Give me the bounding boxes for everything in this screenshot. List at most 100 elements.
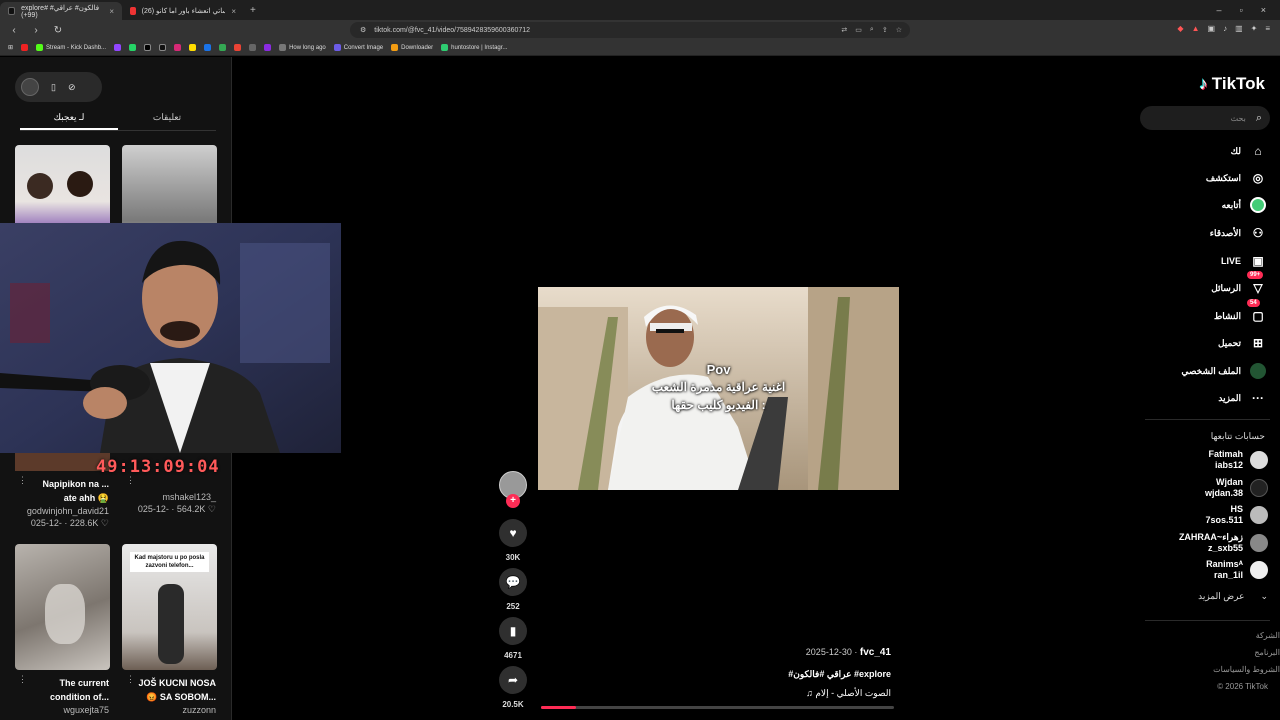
- bookmark-item[interactable]: [129, 44, 137, 51]
- bookmark-item[interactable]: [114, 44, 122, 51]
- close-window-icon[interactable]: ×: [1261, 5, 1266, 15]
- video-author[interactable]: godwinjohn_david21: [14, 506, 109, 516]
- comment-icon[interactable]: 💬: [499, 568, 527, 596]
- video-author[interactable]: zuzzonn: [121, 705, 216, 715]
- more-options-icon[interactable]: ⋮: [126, 475, 135, 486]
- search-input[interactable]: بحث ⌕: [1140, 106, 1270, 130]
- browser-tab-active[interactable]: explore# فالكون# عراقي# (99+) ×: [0, 2, 122, 20]
- footer-terms-link[interactable]: الشروط والسياسات: [1213, 665, 1280, 674]
- bookmark-item[interactable]: [144, 44, 152, 51]
- nav-more[interactable]: المزيد ···: [1218, 390, 1266, 406]
- bookmark-item[interactable]: [219, 44, 227, 51]
- site-info-icon[interactable]: ⚙: [360, 26, 366, 34]
- tiktok-logo[interactable]: ♪ TikTok: [1199, 74, 1265, 94]
- footer-company-link[interactable]: الشركة: [1256, 631, 1280, 640]
- like-button[interactable]: ♥ 30K: [497, 519, 529, 562]
- forward-icon[interactable]: ›: [30, 25, 42, 36]
- browser-tab[interactable]: (26) حقيقت اساتي اتعشاء باور اما كانو ..…: [122, 2, 244, 20]
- new-tab-button[interactable]: +: [250, 5, 256, 16]
- cast-icon[interactable]: ▭: [855, 26, 862, 34]
- bookmark-item[interactable]: [204, 44, 212, 51]
- bookmark-item[interactable]: [189, 44, 197, 51]
- compass-small-icon[interactable]: ⊘: [68, 82, 76, 93]
- shield-icon[interactable]: ◆: [1177, 24, 1183, 33]
- share-icon[interactable]: ⇪: [882, 26, 888, 34]
- footer-program-link[interactable]: البرنامج: [1254, 648, 1280, 657]
- address-text: tiktok.com/@fvc_41/video/758942835960036…: [374, 26, 531, 34]
- nav-upload[interactable]: تحميل ⊞: [1218, 335, 1266, 351]
- nav-messages[interactable]: الرسائل ▽ 99+: [1211, 271, 1266, 296]
- bookmark-icon[interactable]: ▮: [499, 617, 527, 645]
- close-tab-icon[interactable]: ×: [109, 7, 114, 16]
- menu-icon[interactable]: ≡: [1265, 24, 1270, 33]
- address-bar[interactable]: ⚙ tiktok.com/@fvc_41/video/7589428359600…: [350, 22, 910, 38]
- video-sound[interactable]: ♫ الصوت الأصلي - إلام: [806, 688, 891, 699]
- nav-live[interactable]: LIVE ▣: [1221, 253, 1266, 269]
- bookmark-item[interactable]: How long ago: [279, 44, 326, 51]
- back-icon[interactable]: ‹: [8, 25, 20, 36]
- nav-activity[interactable]: النشاط ▢ 54: [1213, 299, 1266, 324]
- nav-profile[interactable]: الملف الشخصي: [1181, 363, 1266, 379]
- tiktok-icon: [159, 44, 167, 51]
- sidebar-icon[interactable]: ▥: [1235, 24, 1243, 33]
- nav-following[interactable]: أتابعه: [1222, 197, 1266, 213]
- avatar[interactable]: [21, 78, 39, 96]
- video-author[interactable]: mshakel123_: [121, 492, 216, 502]
- nav-label: النشاط: [1213, 310, 1241, 321]
- share-button[interactable]: ➦ 20.5K: [497, 666, 529, 709]
- minimize-icon[interactable]: –: [1217, 5, 1222, 15]
- bookmark-item[interactable]: [21, 44, 29, 51]
- bookmark-item[interactable]: Convert Image: [333, 44, 383, 51]
- heart-icon[interactable]: ♥: [499, 519, 527, 547]
- following-account[interactable]: ZAHRAA~زهراء z_sxb55: [1179, 532, 1268, 554]
- tab-comments[interactable]: تعليقات: [118, 109, 216, 130]
- following-account[interactable]: Wjdan wjdan.38: [1205, 477, 1268, 499]
- following-account[interactable]: HS 7sos.511: [1205, 504, 1268, 526]
- comment-button[interactable]: 💬 252: [497, 568, 529, 611]
- zoom-icon[interactable]: ⌕: [870, 26, 874, 34]
- video-author-name[interactable]: fvc_41: [860, 647, 891, 658]
- phone-icon[interactable]: ▯: [51, 82, 56, 93]
- related-panel: ▯ ⊘ لـ يعجبك تعليقات 49:13:09:04 ⋮ Napip…: [0, 57, 341, 720]
- bookmark-item[interactable]: Stream - Kick Dashb...: [36, 44, 106, 51]
- video-hashtags[interactable]: #عراقي #فالكون #explore: [788, 669, 891, 680]
- search-icon[interactable]: ⌕: [1256, 112, 1262, 125]
- following-account[interactable]: Fatimah iabs12: [1208, 449, 1268, 471]
- bookmark-star-icon[interactable]: ☆: [896, 26, 902, 34]
- nav-friends[interactable]: الأصدقاء ⚇: [1210, 225, 1266, 241]
- translate-icon[interactable]: ⇄: [841, 26, 847, 34]
- link-icon: [279, 44, 287, 51]
- bookmark-item[interactable]: Downloader: [391, 44, 433, 51]
- maximize-icon[interactable]: ▫: [1240, 5, 1243, 15]
- tab-you-may-like[interactable]: لـ يعجبك: [20, 109, 118, 130]
- reload-icon[interactable]: ↻: [52, 25, 64, 36]
- alert-icon[interactable]: ▲: [1192, 24, 1200, 33]
- extensions-area: ◆ ▲ ▣ ♪ ▥ ✦ ≡: [1177, 24, 1270, 33]
- music-icon[interactable]: ♪: [1223, 24, 1227, 33]
- creator-pill[interactable]: ▯ ⊘: [15, 72, 102, 102]
- following-account[interactable]: Ranimsᴬ ran_1il: [1206, 559, 1268, 581]
- video-author[interactable]: wguxejta75: [14, 705, 109, 715]
- apps-icon[interactable]: ⊞: [8, 44, 13, 51]
- bookmark-item[interactable]: huntostore | Instagr...: [441, 44, 507, 51]
- see-more-button[interactable]: عرض المزيد ⌄: [1198, 591, 1268, 602]
- video-thumbnail[interactable]: [15, 544, 110, 670]
- follow-plus-icon[interactable]: +: [506, 494, 520, 508]
- share-arrow-icon[interactable]: ➦: [499, 666, 527, 694]
- twitch-icon: [114, 44, 122, 51]
- extensions-icon[interactable]: ✦: [1251, 24, 1258, 33]
- save-button[interactable]: ▮ 4671: [497, 617, 529, 660]
- video-progress-bar[interactable]: [541, 706, 894, 709]
- bookmark-item[interactable]: [234, 44, 242, 51]
- bookmark-item[interactable]: [264, 44, 272, 51]
- bookmark-item[interactable]: [174, 44, 182, 51]
- video-meta: 025-12- · 564.2K ♡: [137, 504, 216, 514]
- bookmark-item[interactable]: [249, 44, 257, 51]
- nav-explore[interactable]: استكشف ◎: [1206, 170, 1266, 186]
- nav-for-you[interactable]: لك ⌂: [1231, 143, 1266, 159]
- video-player[interactable]: Pov اغنية عراقية مدمرة الشعب الفيديو كلي…: [538, 287, 899, 490]
- wallet-icon[interactable]: ▣: [1208, 24, 1216, 33]
- close-tab-icon[interactable]: ×: [231, 7, 236, 16]
- video-thumbnail[interactable]: Kad majstoru u po posla zazvoni telefon.…: [122, 544, 217, 670]
- bookmark-item[interactable]: [159, 44, 167, 51]
